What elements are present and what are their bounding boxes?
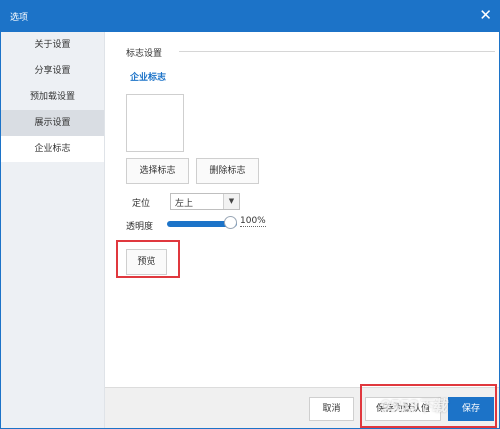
save-button[interactable]: 保存 xyxy=(448,397,494,421)
save-as-default-button[interactable]: 保存为默认值 xyxy=(365,397,441,421)
title-bar: 选项 ✕ xyxy=(0,0,500,32)
select-logo-button[interactable]: 选择标志 xyxy=(126,158,189,184)
sidebar: 关于设置 分享设置 预加载设置 展示设置 企业标志 xyxy=(1,32,105,428)
opacity-label: 透明度 xyxy=(126,222,154,232)
logo-preview-box xyxy=(126,94,184,152)
section-title: 标志设置 xyxy=(126,49,163,59)
position-select-value: 左上 xyxy=(175,199,194,209)
sidebar-item-share[interactable]: 分享设置 xyxy=(1,58,104,84)
window-title: 选项 xyxy=(10,13,29,23)
sidebar-item-display[interactable]: 展示设置 xyxy=(1,110,104,136)
sidebar-item-preload[interactable]: 预加载设置 xyxy=(1,84,104,110)
dialog-footer: 取消 保存为默认值 保存 xyxy=(105,387,499,429)
opacity-slider-thumb[interactable] xyxy=(224,216,237,229)
preview-button[interactable]: 预览 xyxy=(126,249,167,275)
cancel-button[interactable]: 取消 xyxy=(309,397,354,421)
chevron-down-icon[interactable]: ▼ xyxy=(223,194,239,209)
position-select[interactable]: 左上 ▼ xyxy=(170,193,240,210)
subsection-title: 企业标志 xyxy=(130,73,167,83)
close-icon[interactable]: ✕ xyxy=(479,6,492,24)
section-divider xyxy=(179,51,495,52)
opacity-slider[interactable] xyxy=(167,216,237,231)
delete-logo-button[interactable]: 删除标志 xyxy=(196,158,259,184)
position-label: 定位 xyxy=(132,199,151,209)
opacity-value: 100% xyxy=(240,216,266,227)
sidebar-item-enterprise-logo[interactable]: 企业标志 xyxy=(1,136,104,162)
settings-panel: 标志设置 企业标志 选择标志 删除标志 定位 左上 ▼ 透明度 100% 预览 xyxy=(105,32,499,387)
sidebar-item-about[interactable]: 关于设置 xyxy=(1,32,104,58)
